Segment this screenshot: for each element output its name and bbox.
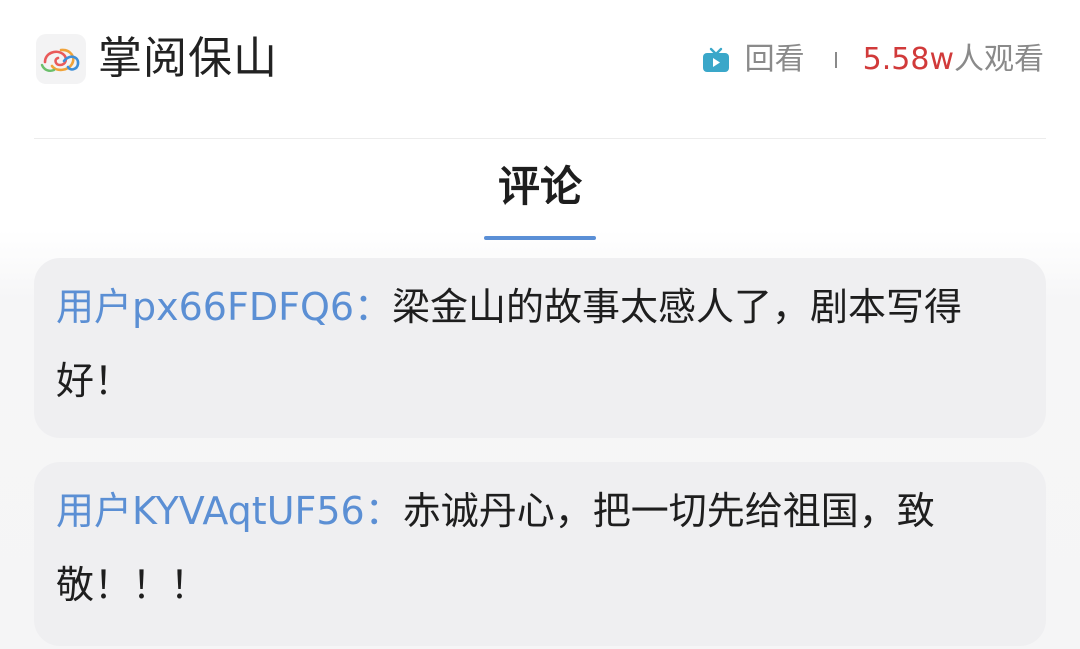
header-divider bbox=[34, 138, 1046, 139]
views-suffix: 人观看 bbox=[954, 42, 1044, 77]
room-header: 掌阅保山 回看 5.58w 人观看 bbox=[0, 0, 1080, 118]
tab-comments[interactable]: 评论 bbox=[484, 158, 596, 240]
comment-item: 用户px66FDFQ6：梁金山的故事太感人了，剧本写得好！ bbox=[34, 258, 1046, 438]
comment-username[interactable]: 用户px66FDFQ6： bbox=[56, 285, 392, 329]
app-logo-icon[interactable] bbox=[36, 34, 86, 84]
comment-item: 用户KYVAqtUF56：赤诚丹心，把一切先给祖国，致敬！！！ bbox=[34, 462, 1046, 646]
live-room-page: 掌阅保山 回看 5.58w 人观看 评论 用户px66FDFQ6：梁金山的故事太… bbox=[0, 0, 1080, 649]
replay-label[interactable]: 回看 bbox=[745, 38, 805, 82]
tab-active-indicator bbox=[484, 236, 596, 240]
app-title: 掌阅保山 bbox=[98, 33, 278, 84]
views-count: 5.58w bbox=[862, 42, 954, 77]
stats-separator bbox=[834, 52, 837, 68]
comment-username[interactable]: 用户KYVAqtUF56： bbox=[56, 489, 403, 533]
tv-replay-icon[interactable] bbox=[701, 45, 731, 75]
room-stats: 回看 5.58w 人观看 bbox=[701, 38, 1044, 82]
tab-comments-label: 评论 bbox=[497, 162, 582, 211]
